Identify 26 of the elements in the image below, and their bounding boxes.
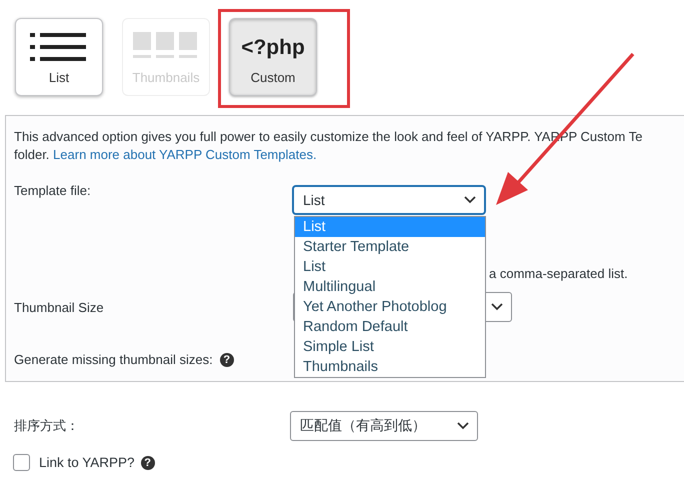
view-button[interactable]: List	[15, 18, 103, 96]
checkbox-label: Link to YARPP?	[39, 455, 135, 470]
view-button[interactable]: <?php Custom	[229, 18, 317, 96]
dropdown-option[interactable]: Multilingual	[295, 277, 485, 297]
template-select[interactable]: List	[293, 186, 485, 214]
dropdown-option[interactable]: Thumbnails	[295, 357, 485, 377]
field-label: Template file:	[13, 183, 92, 198]
description-text: folder.	[14, 147, 50, 162]
help-icon[interactable]: ?	[220, 352, 234, 366]
dropdown-option[interactable]: Simple List	[295, 337, 485, 357]
field-label: Generate missing thumbnail sizes:	[13, 352, 213, 367]
dropdown-option[interactable]: Starter Template	[295, 237, 485, 257]
field-label: 排序方式：	[13, 417, 80, 435]
dropdown-option[interactable]: Random Default	[295, 317, 485, 337]
learn-more-link[interactable]: Learn more about YARPP Custom Templates.	[53, 147, 317, 162]
caret-icon	[457, 422, 469, 430]
hint-text: a comma-separated list.	[489, 266, 628, 281]
checkbox[interactable]	[13, 454, 30, 471]
caret-icon	[464, 196, 476, 204]
dropdown-option[interactable]: Yet Another Photoblog	[295, 297, 485, 317]
field-label: Thumbnail Size	[13, 300, 105, 314]
sort-select[interactable]: 匹配值（有高到低）	[290, 411, 478, 441]
help-icon[interactable]: ?	[140, 456, 155, 470]
list-icon	[30, 32, 88, 62]
dropdown-option[interactable]: List	[295, 257, 485, 277]
caret-icon	[491, 303, 503, 311]
